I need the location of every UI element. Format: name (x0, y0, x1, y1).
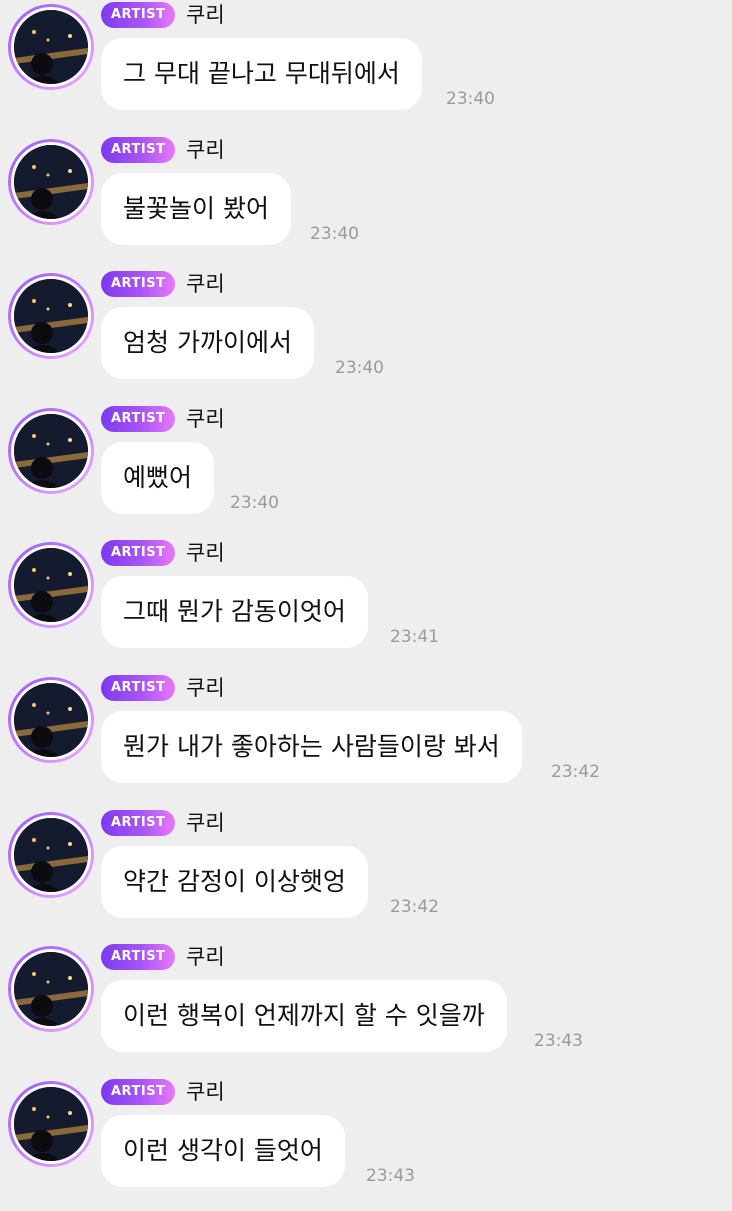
artist-badge: ARTIST (101, 406, 176, 432)
artist-badge: ARTIST (101, 1079, 176, 1105)
chat-thread: ARTIST 쿠리 그 무대 끝나고 무대뒤에서 23:40 ARTIST 쿠리… (0, 0, 732, 1200)
artist-badge: ARTIST (101, 271, 176, 297)
artist-badge: ARTIST (101, 137, 176, 163)
sender-name: 쿠리 (186, 1080, 225, 1104)
message-bubble[interactable]: 불꽃놀이 봤어 (101, 173, 291, 245)
artist-badge: ARTIST (101, 810, 176, 836)
chat-message: ARTIST 쿠리 그 무대 끝나고 무대뒤에서 23:40 (0, 0, 732, 134)
timestamp: 23:42 (390, 897, 439, 917)
message-bubble[interactable]: 그때 뭔가 감동이엇어 (101, 576, 368, 648)
timestamp: 23:43 (534, 1031, 583, 1051)
avatar-photo (14, 1087, 88, 1161)
avatar[interactable] (8, 542, 94, 628)
timestamp: 23:40 (310, 224, 359, 244)
message-bubble[interactable]: 뭔가 내가 좋아하는 사람들이랑 봐서 (101, 711, 522, 783)
avatar-photo (14, 279, 88, 353)
timestamp: 23:41 (390, 627, 439, 647)
message-bubble[interactable]: 약간 감정이 이상햇엉 (101, 846, 368, 918)
avatar-photo (14, 10, 88, 84)
avatar[interactable] (8, 812, 94, 898)
sender-name: 쿠리 (186, 676, 225, 700)
avatar[interactable] (8, 1081, 94, 1167)
chat-message: ARTIST 쿠리 예뻤어 23:40 (0, 404, 732, 538)
avatar[interactable] (8, 946, 94, 1032)
timestamp: 23:42 (551, 762, 600, 782)
avatar-photo (14, 414, 88, 488)
timestamp: 23:40 (446, 89, 495, 109)
chat-message: ARTIST 쿠리 그때 뭔가 감동이엇어 23:41 (0, 538, 732, 672)
timestamp: 23:40 (230, 493, 279, 513)
avatar[interactable] (8, 677, 94, 763)
artist-badge: ARTIST (101, 2, 176, 28)
timestamp: 23:40 (335, 358, 384, 378)
chat-message: ARTIST 쿠리 불꽃놀이 봤어 23:40 (0, 135, 732, 269)
sender-name: 쿠리 (186, 945, 225, 969)
sender-name: 쿠리 (186, 541, 225, 565)
chat-message: ARTIST 쿠리 이런 생각이 들엇어 23:43 (0, 1077, 732, 1211)
message-bubble[interactable]: 그 무대 끝나고 무대뒤에서 (101, 38, 422, 110)
message-bubble[interactable]: 엄청 가까이에서 (101, 307, 314, 379)
artist-badge: ARTIST (101, 540, 176, 566)
message-bubble[interactable]: 이런 행복이 언제까지 할 수 잇을까 (101, 980, 507, 1052)
sender-name: 쿠리 (186, 811, 225, 835)
chat-message: ARTIST 쿠리 엄청 가까이에서 23:40 (0, 269, 732, 403)
message-bubble[interactable]: 이런 생각이 들엇어 (101, 1115, 345, 1187)
avatar[interactable] (8, 273, 94, 359)
avatar-photo (14, 952, 88, 1026)
avatar-photo (14, 548, 88, 622)
avatar-photo (14, 818, 88, 892)
sender-name: 쿠리 (186, 3, 225, 27)
sender-name: 쿠리 (186, 138, 225, 162)
avatar[interactable] (8, 139, 94, 225)
artist-badge: ARTIST (101, 675, 176, 701)
sender-name: 쿠리 (186, 407, 225, 431)
sender-name: 쿠리 (186, 272, 225, 296)
timestamp: 23:43 (366, 1166, 415, 1186)
message-bubble[interactable]: 예뻤어 (101, 442, 215, 514)
chat-message: ARTIST 쿠리 뭔가 내가 좋아하는 사람들이랑 봐서 23:42 (0, 673, 732, 807)
artist-badge: ARTIST (101, 944, 176, 970)
chat-message: ARTIST 쿠리 이런 행복이 언제까지 할 수 잇을까 23:43 (0, 942, 732, 1076)
avatar-photo (14, 145, 88, 219)
avatar[interactable] (8, 4, 94, 90)
chat-message: ARTIST 쿠리 약간 감정이 이상햇엉 23:42 (0, 808, 732, 942)
avatar[interactable] (8, 408, 94, 494)
avatar-photo (14, 683, 88, 757)
